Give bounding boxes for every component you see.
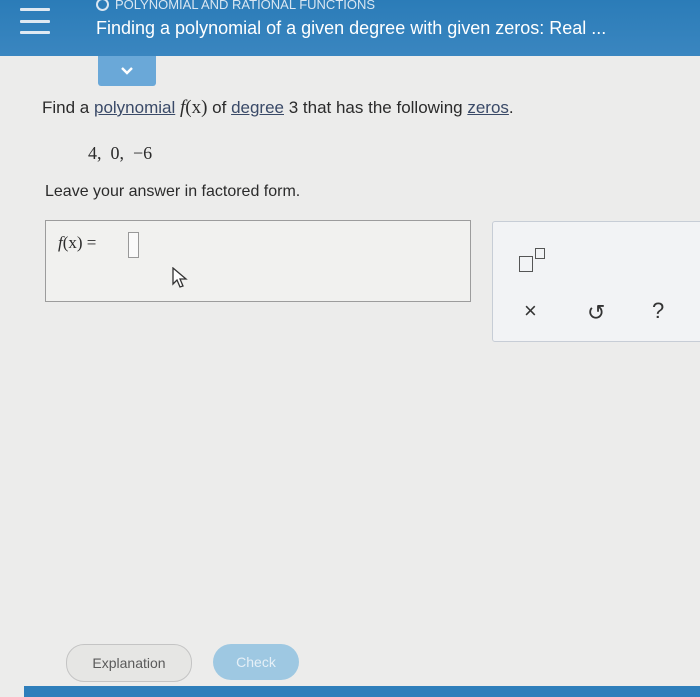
degree-link[interactable]: degree [231,98,284,117]
answer-input-field[interactable] [128,232,139,258]
zeros-link[interactable]: zeros [467,98,509,117]
collapse-toggle-button[interactable] [98,56,156,86]
clear-button[interactable]: × [524,298,537,324]
question-text: Find a polynomial f(x) of degree 3 that … [42,97,514,119]
answer-label-rest: (x) = [62,233,97,252]
circle-icon [96,0,109,11]
bottom-strip [24,686,700,697]
answer-input-area[interactable]: f(x) = [45,220,471,302]
undo-button[interactable]: ↺ [587,300,605,326]
polynomial-link[interactable]: polynomial [94,98,175,117]
instruction-text: Leave your answer in factored form. [45,183,301,200]
question-prefix: Find a [42,98,94,117]
question-middle: of [207,98,232,117]
explanation-button[interactable]: Explanation [66,644,192,682]
menu-icon[interactable] [20,8,50,34]
chevron-down-icon [121,67,133,75]
question-suffix: . [508,98,514,117]
function-arg: (x) [185,97,208,118]
section-label: POLYNOMIAL AND RATIONAL FUNCTIONS [96,0,375,12]
function-notation: f(x) [175,97,207,118]
exponent-button[interactable] [519,248,553,274]
top-header: POLYNOMIAL AND RATIONAL FUNCTIONS Findin… [0,0,700,56]
zeros-list: 4, 0, −6 [88,143,153,163]
help-button[interactable]: ? [652,298,664,324]
topic-title: Finding a polynomial of a given degree w… [96,18,607,38]
math-tool-panel: × ↺ ? [492,221,700,342]
section-label-text: POLYNOMIAL AND RATIONAL FUNCTIONS [115,0,376,12]
exponent-template-icon [519,256,533,272]
mouse-pointer-icon [172,267,188,288]
superscript-box-icon [535,248,545,259]
degree-value: 3 that has the following [284,98,468,117]
check-button[interactable]: Check [213,644,299,680]
answer-label: f(x) = [58,233,96,253]
